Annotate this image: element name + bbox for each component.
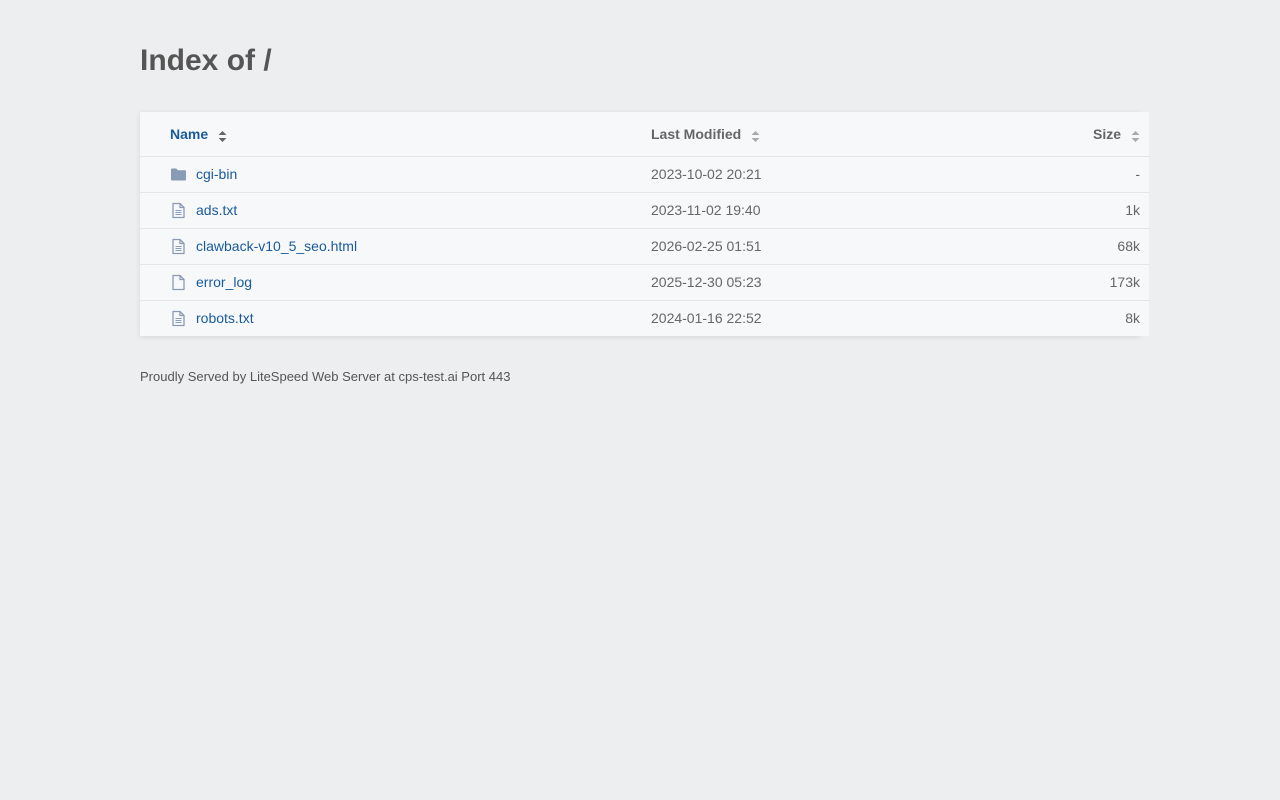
row-modified-cell: 2024-01-16 22:52: [651, 310, 762, 326]
row-name-cell: cgi-bin: [140, 156, 651, 193]
column-header-name-label: Name: [170, 125, 209, 142]
row-modified-cell: 2026-02-25 01:51: [651, 228, 1011, 265]
file-icon: [170, 274, 187, 291]
row-name-cell: error_log: [140, 264, 651, 301]
row-modified-cell: 2023-11-02 19:40: [651, 192, 1011, 229]
column-header-size-label: Size: [1092, 125, 1121, 142]
text-file-icon: [170, 202, 187, 219]
entry-link[interactable]: clawback-v10_5_seo.html: [196, 238, 357, 254]
table-row[interactable]: clawback-v10_5_seo.html 2026-02-25 01:51…: [140, 228, 1149, 265]
entry-link[interactable]: ads.txt: [196, 202, 237, 218]
text-file-icon: [170, 310, 187, 327]
row-modified-cell: 2023-10-02 20:21: [651, 156, 1011, 193]
row-name-cell: robots.txt: [140, 300, 651, 336]
column-header-name[interactable]: Name: [140, 112, 651, 157]
row-size-cell: -: [1011, 156, 1149, 193]
folder-icon: [170, 166, 187, 183]
row-name-cell: ads.txt: [140, 192, 651, 229]
entry-link[interactable]: error_log: [196, 274, 252, 290]
table-row[interactable]: ads.txt 2023-11-02 19:40 1k: [140, 192, 1149, 229]
file-listing-table: Name Last Modified Size cgi-bin 2023-10-…: [140, 112, 1149, 336]
column-header-modified[interactable]: Last Modified: [651, 112, 1011, 157]
row-size-cell: 1k: [1011, 192, 1149, 229]
file-listing-panel: Name Last Modified Size cgi-bin 2023-10-…: [140, 112, 1149, 336]
table-header-row: Name Last Modified Size: [140, 112, 1149, 157]
row-name-cell: clawback-v10_5_seo.html: [140, 228, 651, 265]
text-file-icon: [170, 238, 187, 255]
row-size-cell: 8k: [1125, 310, 1140, 326]
table-row[interactable]: error_log 2025-12-30 05:23 173k: [140, 264, 1149, 301]
entry-link[interactable]: cgi-bin: [196, 166, 237, 182]
table-row[interactable]: robots.txt 2024-01-16 22:52 8k: [140, 300, 1149, 336]
column-header-size[interactable]: Size: [1011, 112, 1149, 157]
sort-icon: [751, 129, 760, 143]
row-size-cell: 68k: [1011, 228, 1149, 265]
sort-icon: [1131, 129, 1140, 143]
sort-icon: [218, 129, 227, 143]
row-size-cell: 173k: [1011, 264, 1149, 301]
row-modified-cell: 2025-12-30 05:23: [651, 264, 1011, 301]
page-title: Index of /: [140, 44, 272, 77]
server-footer: Proudly Served by LiteSpeed Web Server a…: [140, 369, 511, 384]
column-header-modified-label: Last Modified: [651, 125, 742, 142]
table-row[interactable]: cgi-bin 2023-10-02 20:21 -: [140, 156, 1149, 193]
entry-link[interactable]: robots.txt: [196, 310, 254, 326]
